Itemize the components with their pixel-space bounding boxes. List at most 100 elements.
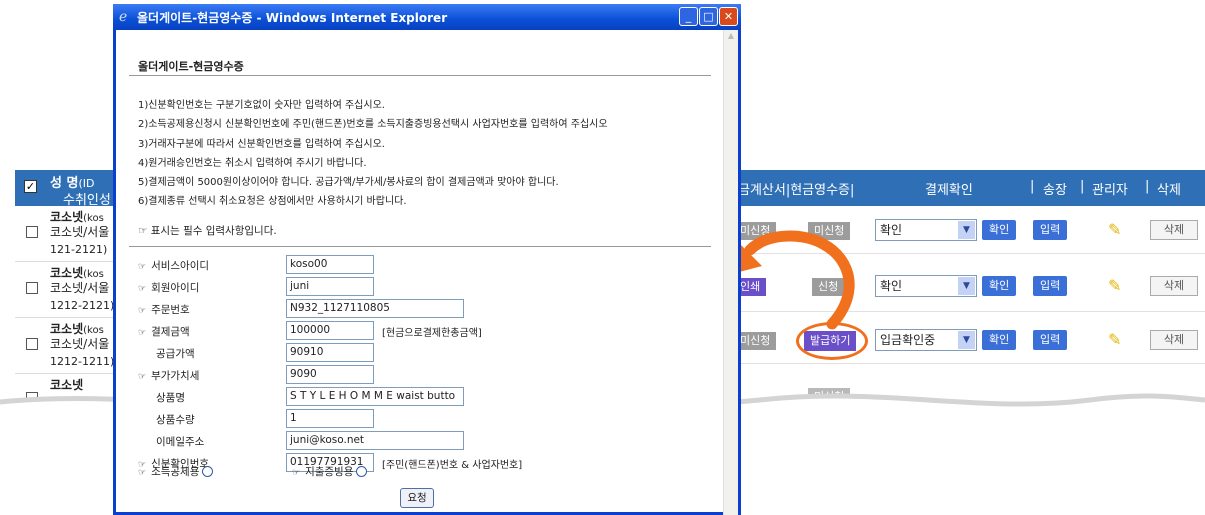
row-checkbox[interactable] <box>26 392 38 404</box>
delete-button[interactable]: 삭제 <box>1150 276 1198 296</box>
required-mark-icon: ☞ <box>138 328 147 338</box>
vat-row: ☞ 부가가치세 9090 <box>116 364 716 386</box>
email-row: 이메일주소 juni@koso.net <box>116 430 716 452</box>
row-address: 코소넷/서울 <box>50 225 110 239</box>
page-title: 올더게이트-현금영수증 <box>138 60 244 73</box>
required-note-text: 표시는 필수 입력사항입니다. <box>150 225 277 237</box>
required-mark-icon: ☞ <box>292 468 301 478</box>
required-mark-icon: ☞ <box>138 284 147 294</box>
quantity-label: 상품수량 <box>156 414 195 426</box>
amount-row: ☞ 결제금액 100000 [현금으로결제한총금액] <box>116 320 716 342</box>
invoice-column-header[interactable]: 금계산서|현금영수증| <box>738 179 854 198</box>
close-icon[interactable]: ✕ <box>719 7 738 26</box>
quantity-row: 상품수량 1 <box>116 408 716 430</box>
vertical-scrollbar[interactable]: ▲ <box>723 30 738 515</box>
instruction-item: 6)결제종류 선택시 취소요청은 상점에서만 사용하시기 바랍니다. <box>138 196 407 208</box>
field-label: 서비스아이디 <box>151 260 210 272</box>
pencil-icon[interactable]: ✎ <box>1108 330 1121 349</box>
order-no-input[interactable]: N932_1127110805 <box>286 299 464 318</box>
field-label: 부가가치세 <box>151 370 200 382</box>
expense-proof-option[interactable]: ☞ 지출증빙용 <box>292 464 368 479</box>
required-mark-icon: ☞ <box>138 372 147 382</box>
header-divider: | <box>1030 179 1035 194</box>
delete-button[interactable]: 삭제 <box>1150 220 1198 240</box>
required-note: ☞ 표시는 필수 입력사항입니다. <box>138 223 277 238</box>
row-checkbox[interactable] <box>26 282 38 294</box>
vat-input[interactable]: 9090 <box>286 365 374 384</box>
pencil-icon[interactable]: ✎ <box>1108 220 1121 239</box>
minimize-icon[interactable]: _ <box>679 7 698 26</box>
customer-name: 코소넷 <box>50 266 84 280</box>
window-title: 올더게이트-현금영수증 - Windows Internet Explorer <box>137 11 448 25</box>
chevron-down-icon[interactable]: ▼ <box>958 331 975 349</box>
row-address: 코소넷/서울 <box>50 281 110 295</box>
product-row: 상품명 S T Y L E H O M M E waist butto <box>116 386 716 408</box>
order-no-row: ☞ 주문번호 N932_1127110805 <box>116 298 716 320</box>
chevron-down-icon[interactable]: ▼ <box>958 277 975 295</box>
scroll-up-icon[interactable]: ▲ <box>725 31 737 45</box>
quantity-input[interactable]: 1 <box>286 409 374 428</box>
confirm-button[interactable]: 확인 <box>982 220 1017 240</box>
payment-status-select[interactable]: 확인 ▼ <box>875 219 977 241</box>
delete-header[interactable]: 삭제 <box>1157 179 1181 198</box>
income-deduction-option[interactable]: ☞ 소득공제용 <box>138 464 214 479</box>
admin-header[interactable]: 관리자 <box>1092 179 1128 198</box>
usage-radio-group: ☞ 소득공제용 ☞ 지출증빙용 <box>116 462 716 482</box>
instruction-item: 3)거래자구분에 따라서 신분확인번호를 입력하여 주십시오. <box>138 138 385 150</box>
product-input[interactable]: S T Y L E H O M M E waist butto <box>286 387 464 406</box>
supply-label: 공급가액 <box>156 348 195 360</box>
field-label: 회원아이디 <box>151 282 200 294</box>
delete-button[interactable]: 삭제 <box>1150 330 1198 350</box>
payment-status-select[interactable]: 입금확인중 ▼ <box>875 329 977 351</box>
order-list-left: 코소넷(kos 코소넷/서울 121-2121) 코소넷(kos 코소넷/서울 … <box>15 206 115 404</box>
customer-name: 코소넷 <box>50 322 84 336</box>
payment-confirm-header[interactable]: 결제확인 <box>925 179 973 198</box>
field-label: 주문번호 <box>151 304 190 316</box>
row-code: 121-2121) <box>50 243 108 256</box>
pointing-hand-icon: ☞ <box>138 225 148 237</box>
radio-label: 지출증빙용 <box>305 466 354 478</box>
input-button[interactable]: 입력 <box>1033 276 1068 296</box>
row-address: 코소넷/서울 <box>50 337 110 351</box>
income-deduction-radio[interactable] <box>202 466 214 477</box>
request-button[interactable]: 요청 <box>400 488 434 508</box>
row-code: 1212-1211) <box>50 355 115 368</box>
table-row: 미신청 <box>730 374 1205 422</box>
divider <box>129 75 711 76</box>
cash-receipt-status-badge[interactable]: 미신청 <box>808 388 851 406</box>
pencil-icon[interactable]: ✎ <box>1108 276 1121 295</box>
shipping-header[interactable]: 송장 <box>1043 179 1067 198</box>
customer-name: 코소넷 <box>50 378 84 392</box>
input-button[interactable]: 입력 <box>1033 220 1068 240</box>
input-button[interactable]: 입력 <box>1033 330 1068 350</box>
customer-name: 코소넷 <box>50 210 84 224</box>
select-value: 확인 <box>880 279 903 293</box>
amount-input[interactable]: 100000 <box>286 321 374 340</box>
row-checkbox[interactable] <box>26 338 38 350</box>
product-label: 상품명 <box>156 392 185 404</box>
member-id-input[interactable]: juni <box>286 277 374 296</box>
field-label: 결제금액 <box>151 326 190 338</box>
header-divider: | <box>1080 179 1085 194</box>
required-mark-icon: ☞ <box>138 262 147 272</box>
supply-input[interactable]: 90910 <box>286 343 374 362</box>
window-titlebar[interactable]: ℯ 올더게이트-현금영수증 - Windows Internet Explore… <box>113 4 741 30</box>
row-checkbox[interactable] <box>26 226 38 238</box>
service-id-input[interactable]: koso00 <box>286 255 374 274</box>
select-all-checkbox[interactable]: ✓ <box>24 180 37 193</box>
expense-proof-radio[interactable] <box>356 466 368 477</box>
select-value: 확인 <box>880 223 903 237</box>
table-row: 코소넷(kos 코소넷/서울 121-2121) <box>15 206 115 262</box>
member-id-row: ☞ 회원아이디 juni <box>116 276 716 298</box>
email-input[interactable]: juni@koso.net <box>286 431 464 450</box>
instruction-item: 1)신분확인번호는 구분기호없이 숫자만 입력하여 주십시오. <box>138 100 385 111</box>
supply-row: 공급가액 90910 <box>116 342 716 364</box>
confirm-button[interactable]: 확인 <box>982 330 1017 350</box>
payment-status-select[interactable]: 확인 ▼ <box>875 275 977 297</box>
chevron-down-icon[interactable]: ▼ <box>958 221 975 239</box>
header-divider: | <box>1145 179 1150 194</box>
maximize-icon[interactable]: □ <box>699 7 718 26</box>
member-id-label: ☞ 회원아이디 <box>138 280 199 295</box>
confirm-button[interactable]: 확인 <box>982 276 1017 296</box>
popup-content: 올더게이트-현금영수증 1)신분확인번호는 구분기호없이 숫자만 입력하여 주십… <box>116 30 723 515</box>
